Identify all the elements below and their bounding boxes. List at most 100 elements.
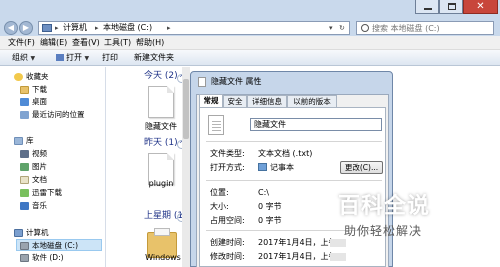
sidebar-item-thunder[interactable]: 迅雷下载	[0, 187, 104, 199]
file-type-value: 文本文档 (.txt)	[258, 149, 313, 158]
breadcrumb-arrow-icon[interactable]: ▸	[55, 22, 59, 34]
desktop-icon	[20, 98, 29, 106]
scrollbar-thumb[interactable]	[183, 79, 189, 139]
text-file-icon[interactable]	[148, 86, 174, 118]
tab-security[interactable]: 安全	[223, 95, 247, 107]
location-value: C:\	[258, 188, 269, 197]
watermark: 百科全说 助你轻松解决	[338, 192, 500, 267]
sidebar-item-desktop[interactable]: 桌面	[0, 96, 104, 108]
print-button[interactable]: 打印	[102, 52, 118, 64]
file-hidden[interactable]: 隐藏文件	[136, 122, 186, 132]
breadcrumb-computer[interactable]: 计算机	[63, 22, 87, 34]
close-button[interactable]: ✕	[463, 0, 498, 14]
drive-icon	[20, 242, 29, 250]
computer-icon	[42, 24, 52, 32]
sidebar-item-favorites[interactable]: 收藏夹	[0, 71, 104, 83]
sidebar-item-software[interactable]: 软件 (D:)	[0, 252, 104, 264]
menu-bar: 文件(F) 编辑(E) 查看(V) 工具(T) 帮助(H)	[0, 36, 500, 50]
address-dropdown-icon[interactable]: ▾	[329, 22, 333, 34]
sidebar-label: 下载	[32, 85, 47, 94]
menu-file[interactable]: 文件(F)	[8, 37, 35, 49]
sidebar-item-downloads[interactable]: 下载	[0, 84, 104, 96]
breadcrumb-arrow-icon[interactable]: ▸	[95, 22, 99, 34]
open-icon	[56, 54, 64, 61]
breadcrumb-arrow-icon[interactable]: ▸	[167, 22, 171, 34]
tab-details[interactable]: 详细信息	[247, 95, 287, 107]
sidebar-item-documents[interactable]: 文档	[0, 174, 104, 186]
sidebar-label: 本地磁盘 (C:)	[32, 241, 78, 250]
file-type-label: 文件类型:	[210, 149, 245, 158]
document-icon	[20, 176, 29, 184]
separator	[206, 141, 382, 142]
breadcrumb-local-disk[interactable]: 本地磁盘 (C:)	[103, 22, 152, 34]
file-plugin[interactable]: plugin	[136, 179, 186, 189]
sidebar-label: 视频	[32, 149, 47, 158]
sidebar-item-recent[interactable]: 最近访问的位置	[0, 109, 104, 121]
group-header-today[interactable]: 今天 (2)	[144, 70, 178, 82]
sidebar-item-local-disk[interactable]: 本地磁盘 (C:)	[16, 239, 102, 251]
sidebar-label: 音乐	[32, 201, 47, 210]
sidebar-item-libraries[interactable]: 库	[0, 135, 104, 147]
folder-windows[interactable]: Windows	[138, 253, 188, 263]
tab-previous-versions[interactable]: 以前的版本	[287, 95, 337, 107]
back-button[interactable]: ◀	[4, 21, 18, 35]
open-button[interactable]: 打开 ▼	[56, 52, 89, 65]
text-document-icon	[208, 115, 224, 135]
forward-button[interactable]: ▶	[19, 21, 33, 35]
dialog-title: 隐藏文件 属性	[211, 77, 262, 86]
organize-button[interactable]: 组织 ▼	[12, 52, 35, 65]
command-bar: 组织 ▼ 打开 ▼ 打印 新建文件夹	[0, 50, 500, 66]
picture-icon	[20, 163, 29, 171]
address-bar[interactable]: ▸ 计算机 ▸ 本地磁盘 (C:) ▸ ▾ ↻	[38, 21, 350, 35]
watermark-title: 百科全说	[338, 194, 431, 219]
sidebar-item-pictures[interactable]: 图片	[0, 161, 104, 173]
group-header-yesterday[interactable]: 昨天 (1)	[144, 137, 178, 149]
chevron-down-icon: ▼	[30, 55, 36, 62]
new-folder-button[interactable]: 新建文件夹	[134, 52, 174, 64]
search-input[interactable]	[372, 22, 490, 34]
menu-edit[interactable]: 编辑(E)	[40, 37, 67, 49]
search-icon	[361, 24, 369, 32]
minimize-button[interactable]	[415, 0, 439, 14]
modified-label: 修改时间:	[210, 252, 245, 261]
maximize-button[interactable]	[439, 0, 463, 14]
maximize-icon	[448, 3, 456, 10]
open-with-label: 打开方式:	[210, 163, 245, 172]
notepad-icon	[258, 163, 267, 171]
change-button[interactable]: 更改(C)...	[340, 161, 383, 174]
file-name-field[interactable]: 隐藏文件	[250, 118, 382, 131]
search-box[interactable]	[356, 21, 494, 35]
minimize-icon	[424, 8, 432, 10]
tab-general[interactable]: 常规	[199, 94, 223, 107]
sidebar-label: 软件 (D:)	[32, 253, 64, 262]
separator	[206, 180, 382, 181]
sidebar-label: 桌面	[32, 97, 47, 106]
arrow-left-icon: ◀	[7, 23, 15, 32]
watermark-subtitle: 助你轻松解决	[344, 224, 423, 238]
sidebar-item-computer[interactable]: 计算机	[0, 227, 104, 239]
open-with-row	[200, 161, 201, 162]
content-scrollbar[interactable]	[182, 67, 190, 267]
recent-places-icon	[20, 111, 29, 119]
refresh-icon[interactable]: ↻	[339, 22, 345, 34]
size-value: 0 字节	[258, 202, 282, 211]
open-label: 打开	[66, 53, 82, 62]
music-icon	[20, 202, 29, 210]
menu-tools[interactable]: 工具(T)	[104, 37, 131, 49]
menu-help[interactable]: 帮助(H)	[136, 37, 164, 49]
menu-view[interactable]: 查看(V)	[72, 37, 100, 49]
sidebar-item-music[interactable]: 音乐	[0, 200, 104, 212]
open-with-value: 记事本	[270, 163, 294, 172]
address-row: ◀ ▶ ▸ 计算机 ▸ 本地磁盘 (C:) ▸ ▾ ↻	[0, 20, 500, 36]
location-label: 位置:	[210, 188, 229, 197]
video-icon	[20, 150, 29, 158]
organize-label: 组织	[12, 53, 28, 62]
navigation-pane: 收藏夹 下载 桌面 最近访问的位置 库 视频 图片 文档 迅雷下载 音乐 计算机	[0, 67, 106, 267]
sidebar-label: 文档	[32, 175, 47, 184]
sidebar-item-video[interactable]: 视频	[0, 148, 104, 160]
sidebar-label: 收藏夹	[26, 72, 49, 81]
size-label: 大小:	[210, 202, 229, 211]
created-value: 2017年1月4日，上午	[258, 238, 337, 247]
sidebar-label: 计算机	[26, 228, 49, 237]
title-bar: ✕	[0, 0, 500, 20]
